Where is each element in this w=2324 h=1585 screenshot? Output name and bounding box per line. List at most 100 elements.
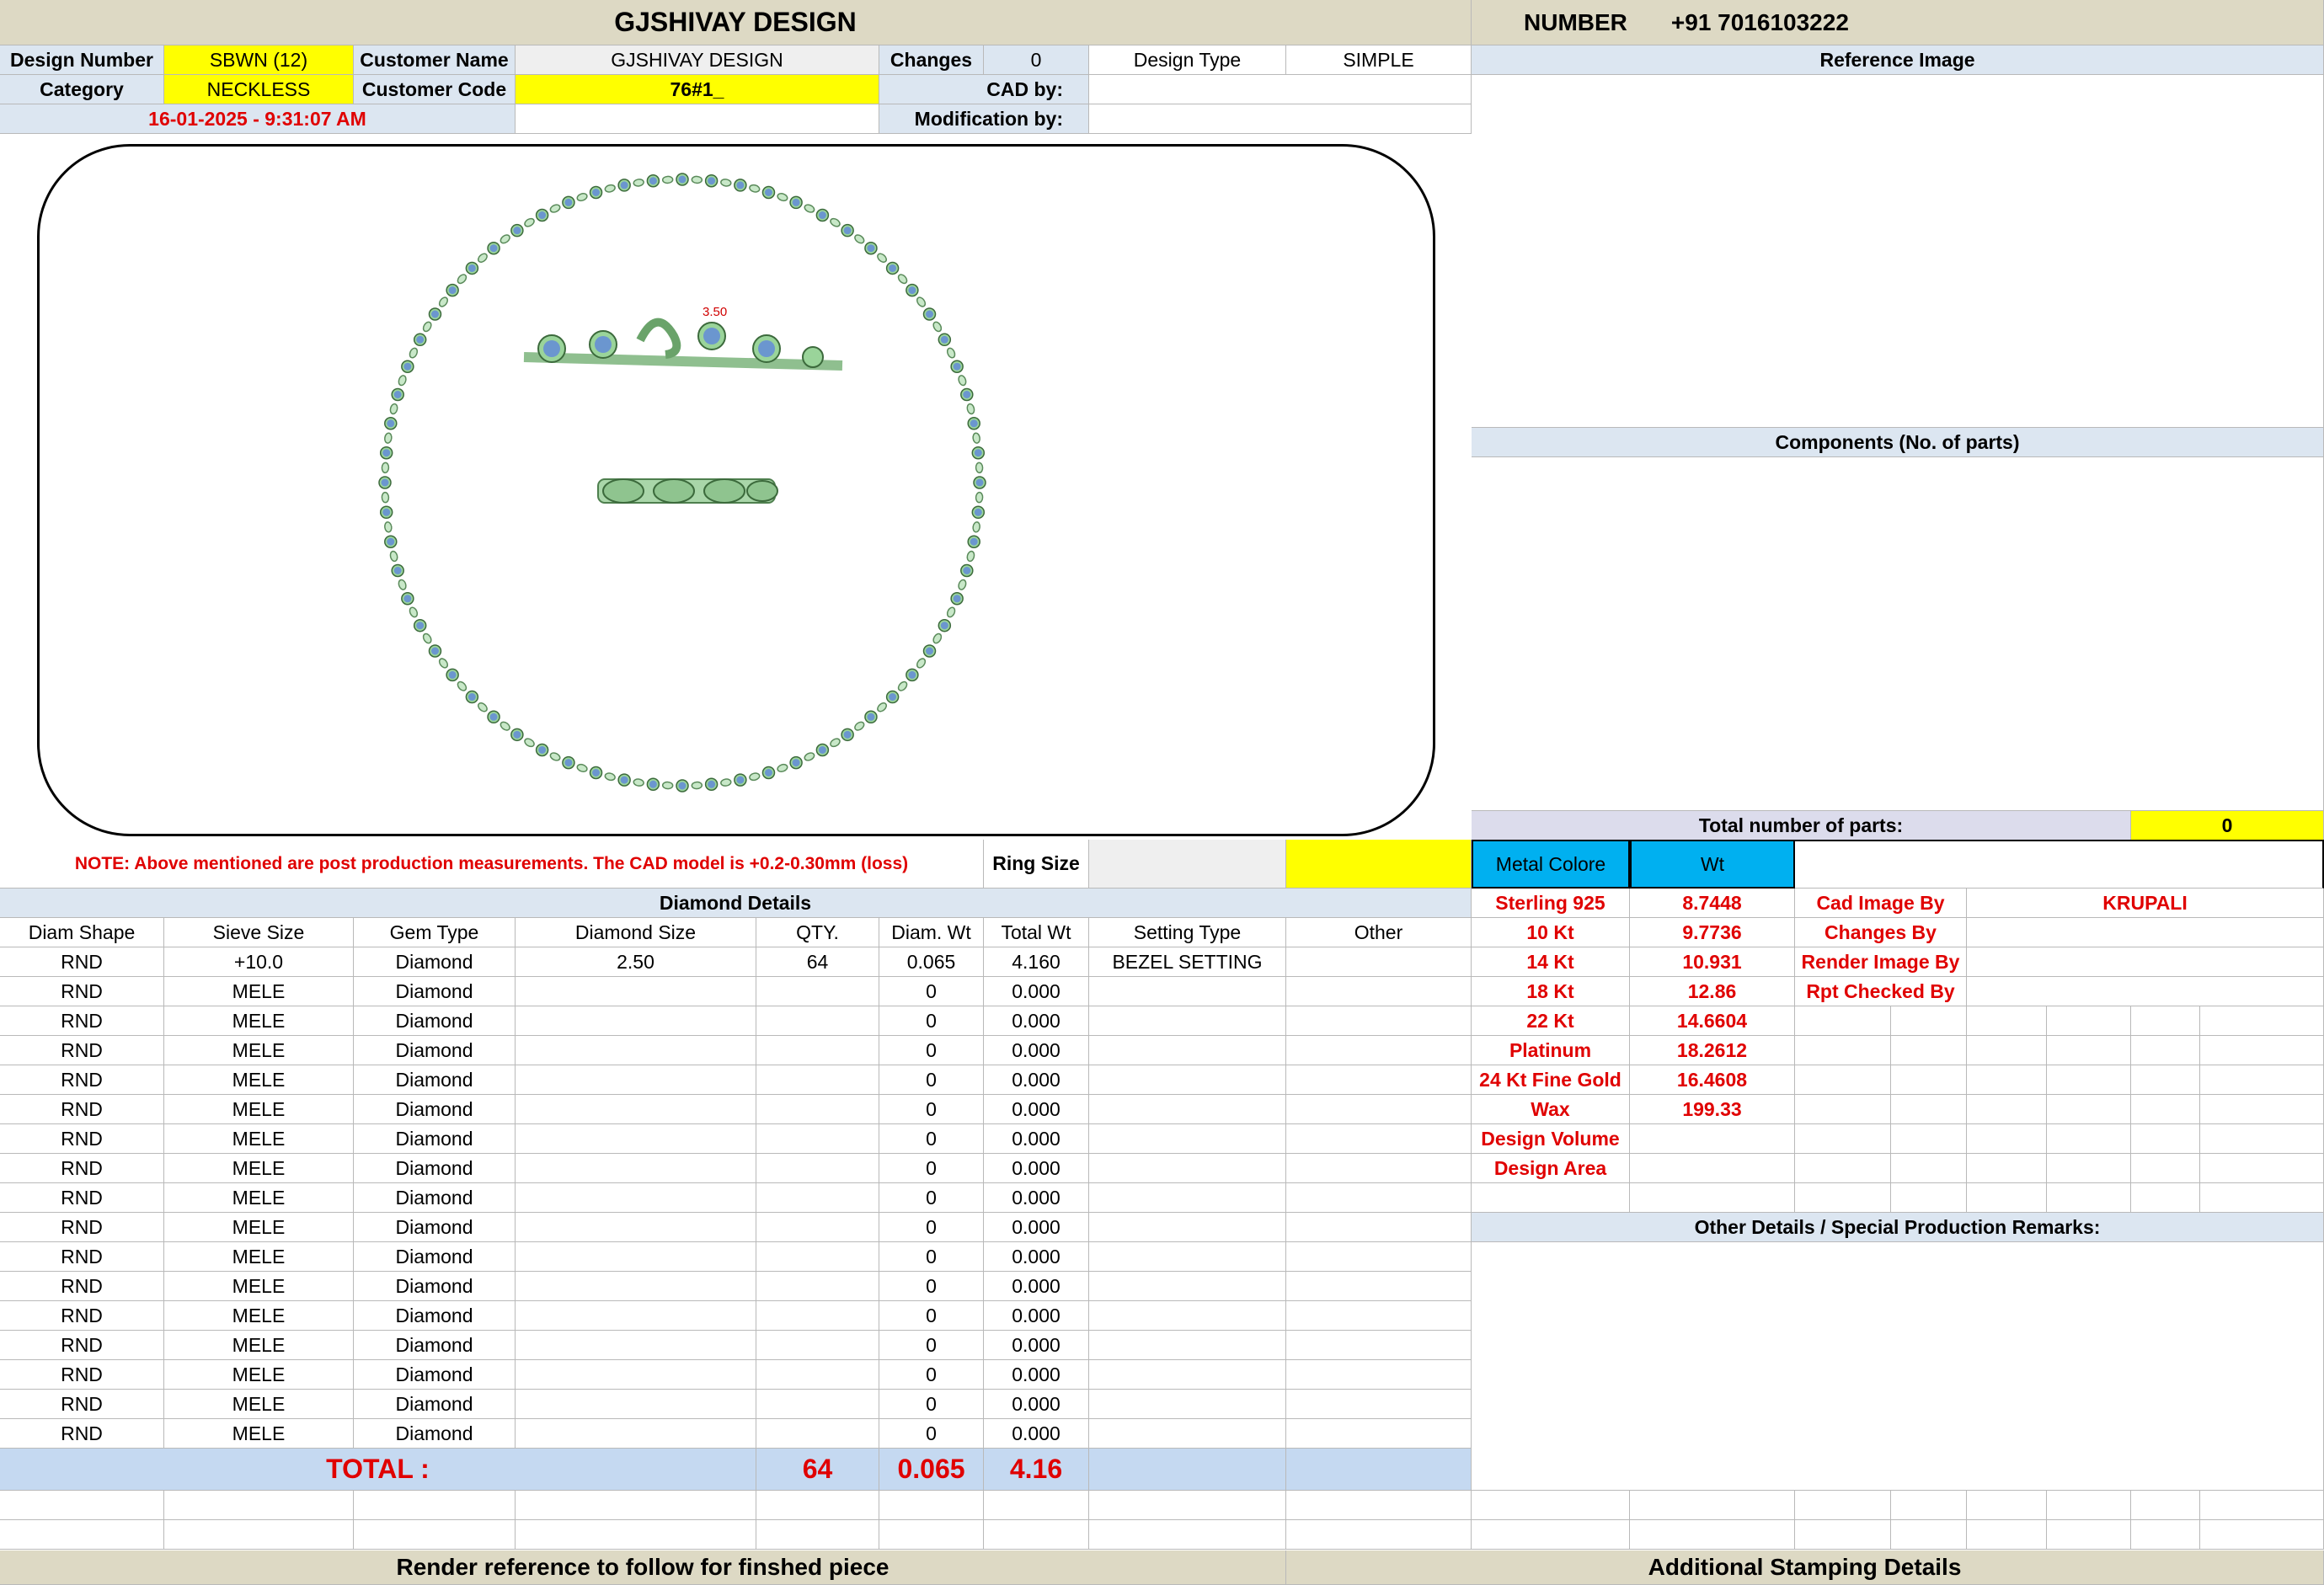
diamond-cell[interactable]: 2.50: [516, 947, 756, 977]
metal-weight[interactable]: 10.931: [1630, 947, 1795, 977]
diamond-cell[interactable]: [756, 1213, 879, 1242]
diamond-cell[interactable]: RND: [0, 1006, 164, 1036]
diamond-cell[interactable]: [516, 1065, 756, 1095]
diamond-cell[interactable]: [1286, 947, 1472, 977]
diamond-cell[interactable]: Diamond: [354, 1183, 516, 1213]
empty-cell[interactable]: [2200, 1095, 2324, 1124]
diamond-cell[interactable]: [516, 1419, 756, 1449]
diamond-cell[interactable]: [756, 1095, 879, 1124]
diamond-cell[interactable]: [756, 977, 879, 1006]
empty-cell[interactable]: [2131, 1520, 2200, 1550]
diamond-cell[interactable]: [1089, 1213, 1286, 1242]
empty-cell[interactable]: [1967, 1065, 2047, 1095]
empty-cell[interactable]: [2200, 1154, 2324, 1183]
diamond-cell[interactable]: [1286, 1419, 1472, 1449]
diamond-cell[interactable]: [1089, 1331, 1286, 1360]
metal-weight[interactable]: 14.6604: [1630, 1006, 1795, 1036]
diamond-cell[interactable]: [516, 1095, 756, 1124]
empty-cell[interactable]: [1089, 1491, 1286, 1520]
diamond-cell[interactable]: RND: [0, 947, 164, 977]
empty-cell[interactable]: [2047, 1095, 2131, 1124]
diamond-cell[interactable]: [1286, 1360, 1472, 1390]
empty-cell[interactable]: [2047, 1036, 2131, 1065]
metal-weight[interactable]: [1630, 1124, 1795, 1154]
empty-cell[interactable]: [2047, 1006, 2131, 1036]
diamond-cell[interactable]: MELE: [164, 1419, 354, 1449]
changes-value[interactable]: 0: [984, 45, 1089, 75]
empty-cell[interactable]: [2131, 1183, 2200, 1213]
diamond-cell[interactable]: MELE: [164, 1272, 354, 1301]
empty-cell[interactable]: [1967, 1124, 2047, 1154]
diamond-cell[interactable]: 0: [879, 1301, 984, 1331]
diamond-cell[interactable]: 0: [879, 1065, 984, 1095]
diamond-cell[interactable]: [1089, 1036, 1286, 1065]
diamond-cell[interactable]: Diamond: [354, 1036, 516, 1065]
empty-cell[interactable]: [756, 1491, 879, 1520]
empty-cell[interactable]: [0, 1491, 164, 1520]
diamond-cell[interactable]: MELE: [164, 1065, 354, 1095]
diamond-cell[interactable]: [516, 1006, 756, 1036]
diamond-cell[interactable]: MELE: [164, 1390, 354, 1419]
metal-weight[interactable]: [1630, 1154, 1795, 1183]
diamond-cell[interactable]: [1286, 1331, 1472, 1360]
diamond-cell[interactable]: 0.000: [984, 1095, 1089, 1124]
diamond-cell[interactable]: 0: [879, 1390, 984, 1419]
diamond-cell[interactable]: [516, 1360, 756, 1390]
diamond-cell[interactable]: [1089, 1065, 1286, 1095]
design-type-value[interactable]: SIMPLE: [1286, 45, 1472, 75]
empty-cell[interactable]: [1967, 1491, 2047, 1520]
diamond-cell[interactable]: [1286, 1213, 1472, 1242]
diamond-cell[interactable]: [1089, 1419, 1286, 1449]
empty-cell[interactable]: [879, 1520, 984, 1550]
diamond-cell[interactable]: MELE: [164, 1213, 354, 1242]
diamond-cell[interactable]: [516, 1301, 756, 1331]
diamond-cell[interactable]: RND: [0, 977, 164, 1006]
empty-cell[interactable]: [2131, 1006, 2200, 1036]
empty-cell[interactable]: [1891, 1036, 1967, 1065]
diamond-cell[interactable]: 0: [879, 1331, 984, 1360]
diamond-cell[interactable]: 0.000: [984, 1301, 1089, 1331]
diamond-cell[interactable]: 0: [879, 1213, 984, 1242]
diamond-cell[interactable]: Diamond: [354, 1301, 516, 1331]
diamond-cell[interactable]: [1089, 1124, 1286, 1154]
diamond-cell[interactable]: [1286, 1301, 1472, 1331]
empty-cell[interactable]: [1967, 1095, 2047, 1124]
diamond-cell[interactable]: [1089, 1272, 1286, 1301]
diamond-cell[interactable]: Diamond: [354, 947, 516, 977]
diamond-cell[interactable]: [1286, 1095, 1472, 1124]
diamond-cell[interactable]: 0: [879, 1183, 984, 1213]
empty-cell[interactable]: [1795, 1491, 1891, 1520]
empty-cell[interactable]: [2047, 1491, 2131, 1520]
diamond-cell[interactable]: 0.000: [984, 977, 1089, 1006]
empty-cell[interactable]: [2131, 1095, 2200, 1124]
empty-cell[interactable]: [1795, 1095, 1891, 1124]
diamond-cell[interactable]: 0.000: [984, 1124, 1089, 1154]
metal-weight[interactable]: 199.33: [1630, 1095, 1795, 1124]
diamond-cell[interactable]: RND: [0, 1154, 164, 1183]
diamond-cell[interactable]: [756, 1036, 879, 1065]
diamond-cell[interactable]: Diamond: [354, 1095, 516, 1124]
diamond-cell[interactable]: 0: [879, 1419, 984, 1449]
diamond-cell[interactable]: MELE: [164, 1006, 354, 1036]
diamond-cell[interactable]: [1089, 977, 1286, 1006]
diamond-cell[interactable]: [1089, 1095, 1286, 1124]
diamond-cell[interactable]: MELE: [164, 1301, 354, 1331]
cad-by-value[interactable]: [1089, 75, 1472, 104]
ring-size-highlight[interactable]: [1286, 840, 1472, 889]
diamond-cell[interactable]: 0: [879, 1154, 984, 1183]
diamond-cell[interactable]: [1089, 1242, 1286, 1272]
diamond-cell[interactable]: 0: [879, 1006, 984, 1036]
diamond-cell[interactable]: 0: [879, 1360, 984, 1390]
diamond-cell[interactable]: BEZEL SETTING: [1089, 947, 1286, 977]
empty-cell[interactable]: [354, 1520, 516, 1550]
diamond-cell[interactable]: [756, 1154, 879, 1183]
diamond-cell[interactable]: RND: [0, 1213, 164, 1242]
empty-cell[interactable]: [1891, 1006, 1967, 1036]
diamond-cell[interactable]: [756, 1065, 879, 1095]
diamond-cell[interactable]: Diamond: [354, 1124, 516, 1154]
diamond-cell[interactable]: 0.000: [984, 1065, 1089, 1095]
diamond-cell[interactable]: 0.000: [984, 1331, 1089, 1360]
diamond-cell[interactable]: RND: [0, 1183, 164, 1213]
diamond-cell[interactable]: 0.065: [879, 947, 984, 977]
diamond-cell[interactable]: MELE: [164, 1095, 354, 1124]
